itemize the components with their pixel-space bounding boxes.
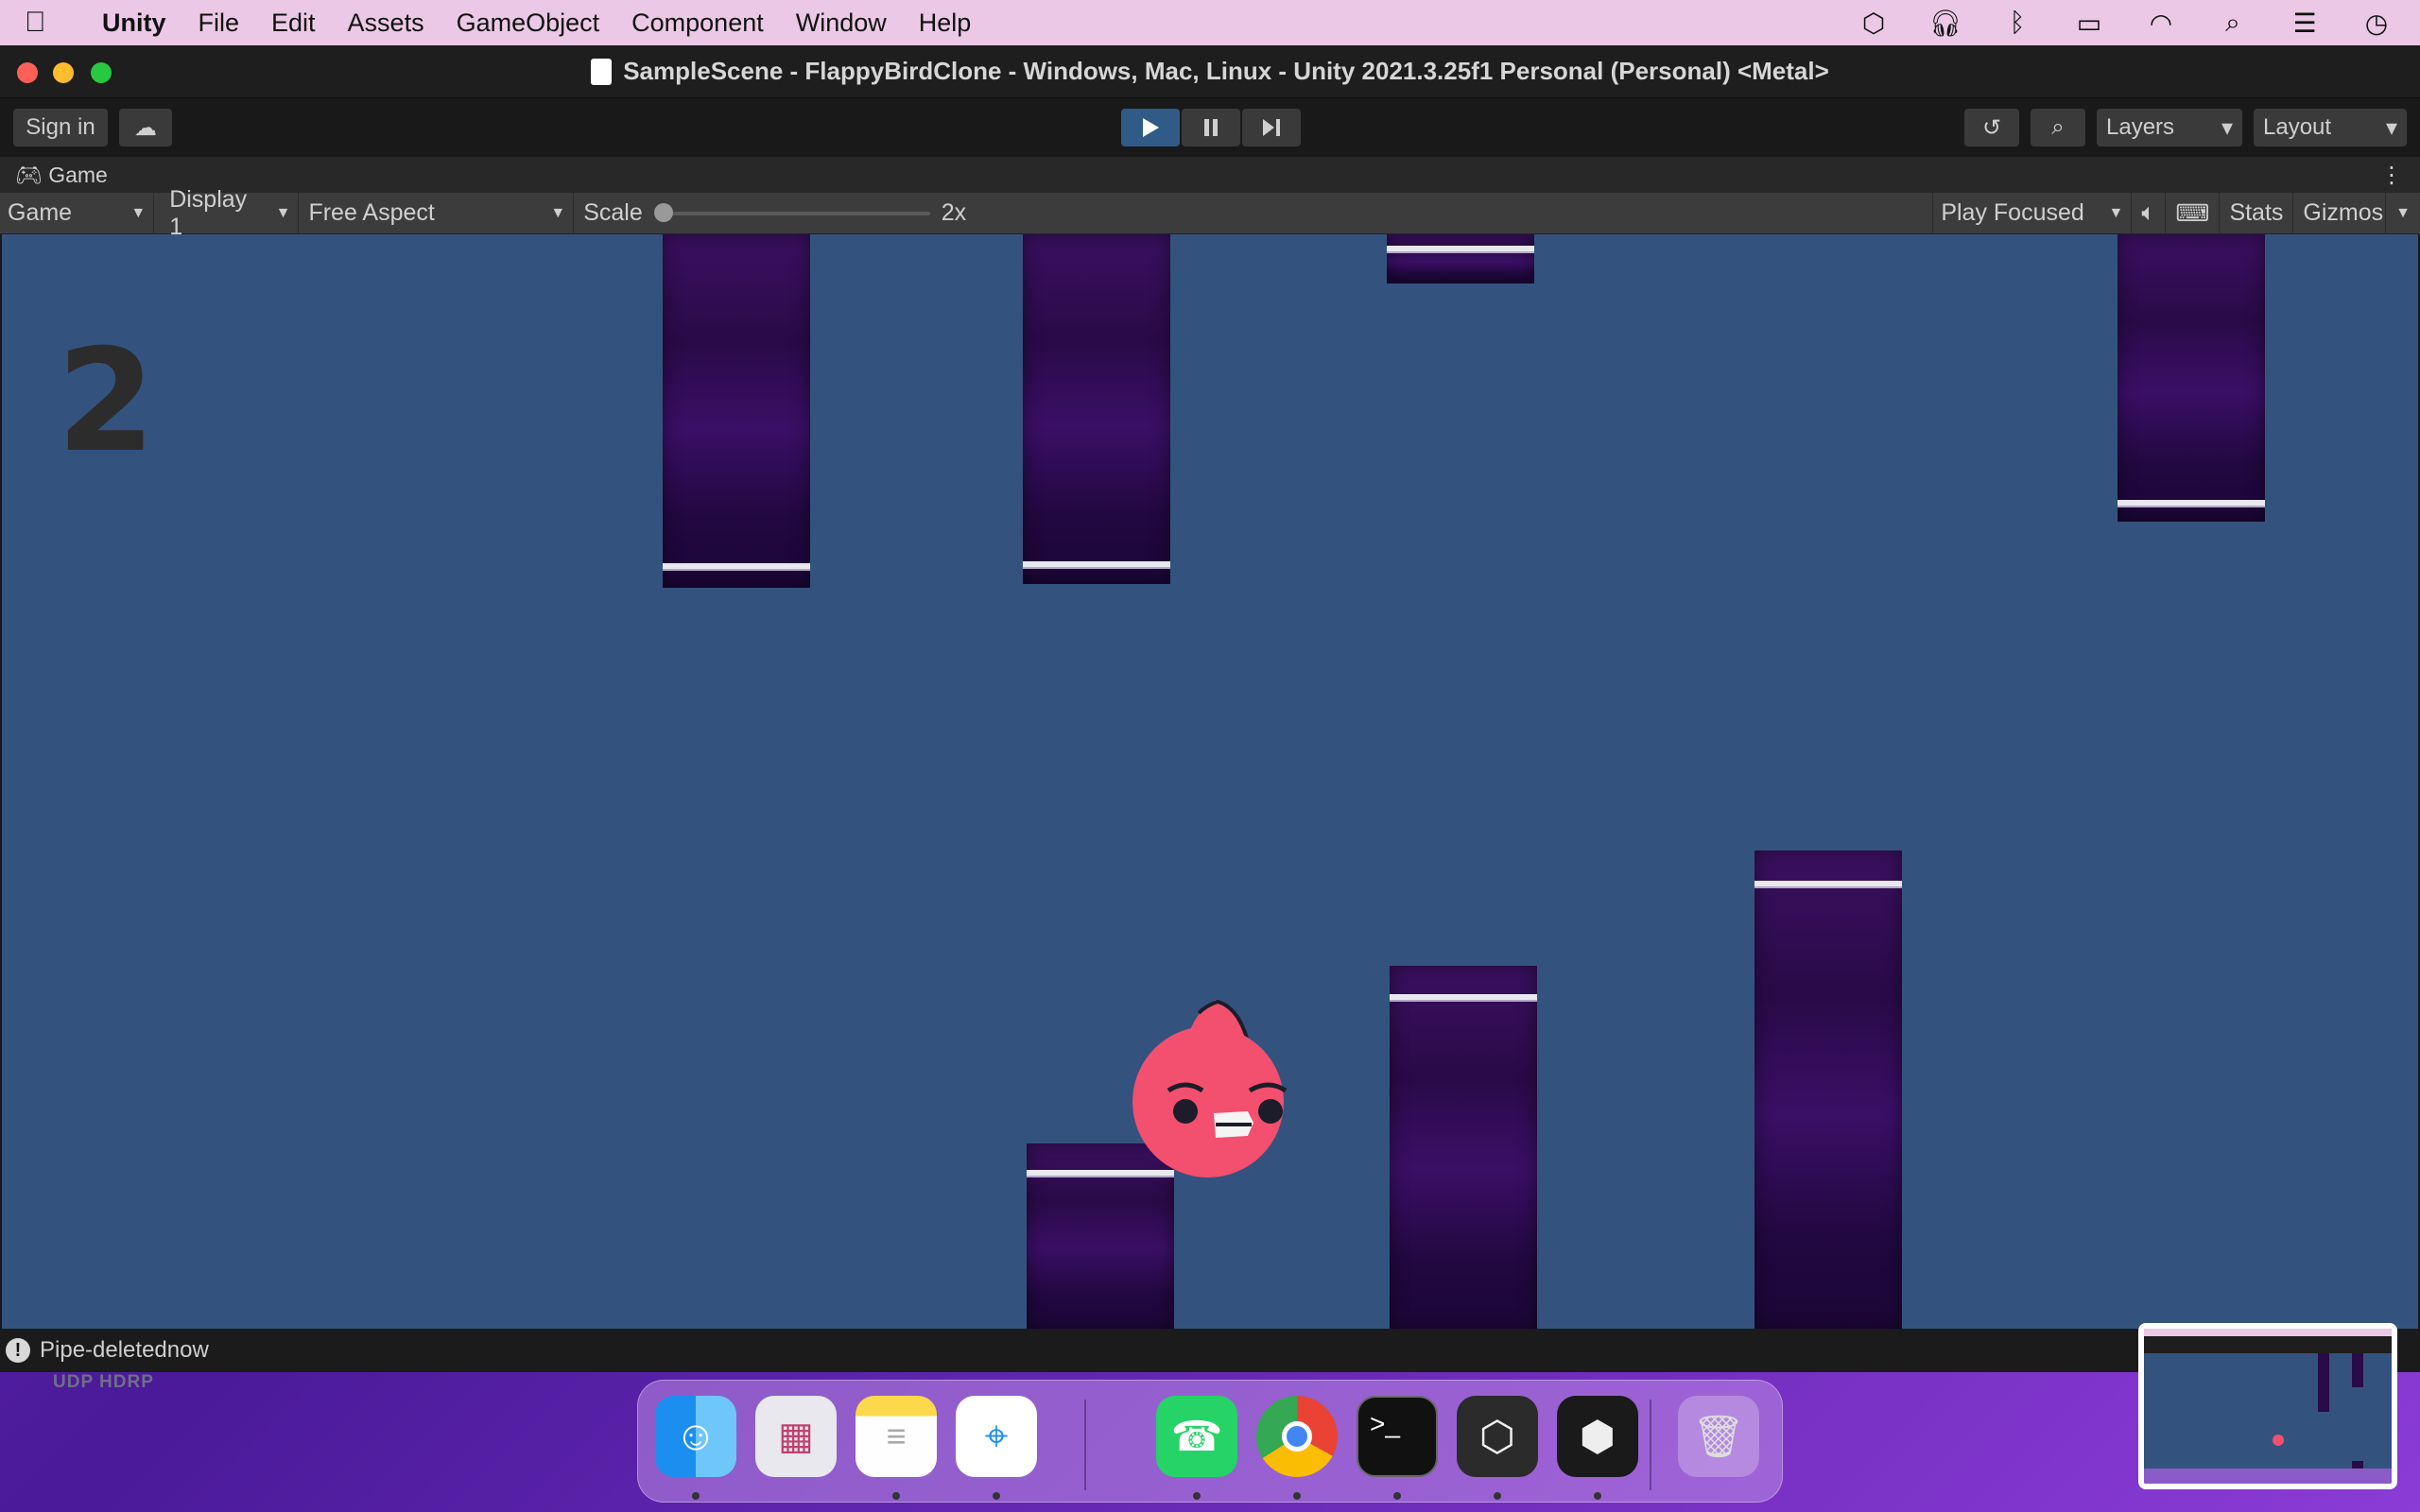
- scene-document-icon: [591, 58, 613, 85]
- scale-slider[interactable]: [653, 202, 930, 222]
- game-view-controls: Game ▼ Display 1 ▼ Free Aspect ▼ Scale 2…: [0, 186, 2420, 240]
- play-mode-label: Play Focused: [1941, 199, 2084, 226]
- layout-label: Layout: [2263, 114, 2332, 140]
- menu-bar-status-area: ⬡ 🎧︎ ᛒ ▭ ◠ ⌕ ☰ ◷: [1857, 8, 2420, 39]
- cloud-icon[interactable]: ☁: [119, 109, 172, 146]
- bluetooth-icon[interactable]: ᛒ: [2000, 8, 2034, 38]
- more-options-icon[interactable]: ⋮: [2380, 162, 2403, 189]
- search-icon[interactable]: ⌕: [2031, 109, 2085, 146]
- unity-hub-icon[interactable]: ⬡: [1457, 1396, 1538, 1477]
- window-maximize-button[interactable]: [91, 62, 112, 83]
- view-mode-dropdown[interactable]: Game ▼: [0, 192, 155, 234]
- finder-icon[interactable]: ☺: [655, 1396, 736, 1477]
- scale-control: Scale 2x: [574, 199, 1932, 227]
- status-message[interactable]: Pipe-deletednow: [40, 1337, 209, 1364]
- wifi-icon[interactable]: ◠: [2144, 8, 2178, 39]
- game-tab-header: 🎮︎ Game ⋮: [0, 157, 2420, 193]
- unity-icon[interactable]: ⬢: [1557, 1396, 1638, 1477]
- menu-file[interactable]: File: [199, 9, 240, 38]
- pipe-bottom: [1390, 966, 1537, 1329]
- status-bar: ! Pipe-deletednow: [0, 1329, 2420, 1372]
- bird-sprite: [1132, 1000, 1288, 1177]
- menu-component[interactable]: Component: [631, 9, 764, 38]
- desktop-label: UDP HDRP: [53, 1372, 154, 1392]
- step-icon: [1263, 119, 1280, 136]
- play-icon: [1143, 118, 1159, 137]
- chrome-icon[interactable]: [1256, 1396, 1338, 1477]
- pipe-bottom: [1754, 850, 1902, 1329]
- display-label: Display 1: [169, 185, 248, 240]
- play-button[interactable]: [1121, 109, 1180, 146]
- menu-bar:  Unity File Edit Assets GameObject Comp…: [0, 0, 2420, 45]
- layers-label: Layers: [2106, 114, 2175, 140]
- keyboard-icon[interactable]: ⌨︎: [2165, 192, 2219, 234]
- chevron-down-icon: ▼: [275, 204, 291, 221]
- menu-edit[interactable]: Edit: [271, 9, 316, 38]
- dock: ☺ ▦ ≡ ⌖ ☎ >_ ⬡ ⬢ 🗑︎: [637, 1380, 1783, 1503]
- aspect-dropdown[interactable]: Free Aspect ▼: [299, 192, 575, 234]
- pipe-top: [1387, 234, 1534, 284]
- layers-dropdown[interactable]: Layers ▾: [2097, 109, 2242, 146]
- window-minimize-button[interactable]: [53, 62, 74, 83]
- trash-icon[interactable]: 🗑︎: [1678, 1396, 1759, 1477]
- tab-game[interactable]: Game: [48, 163, 108, 188]
- pipe-top: [663, 234, 810, 588]
- menu-help[interactable]: Help: [919, 9, 972, 38]
- scale-label: Scale: [583, 199, 643, 226]
- headphones-icon[interactable]: 🎧︎: [1928, 8, 1962, 39]
- terminal-icon[interactable]: >_: [1357, 1396, 1438, 1477]
- menu-window[interactable]: Window: [796, 9, 887, 38]
- pause-button[interactable]: [1182, 109, 1240, 146]
- scale-value: 2x: [941, 199, 967, 226]
- score-text: 2: [57, 319, 156, 484]
- layout-dropdown[interactable]: Layout ▾: [2254, 109, 2407, 146]
- view-mode-label: Game: [8, 199, 73, 226]
- menu-assets[interactable]: Assets: [348, 9, 424, 38]
- pipe-top: [1023, 234, 1170, 584]
- game-view-right-controls: Play Focused ▼ 🔈︎ ⌨︎ Stats Gizmos ▼: [1932, 192, 2420, 234]
- safari-icon[interactable]: ⌖: [956, 1396, 1037, 1477]
- pause-icon: [1204, 119, 1218, 136]
- sign-in-button[interactable]: Sign in: [13, 109, 108, 146]
- window-close-button[interactable]: [17, 62, 38, 83]
- chevron-down-icon: ▼: [130, 204, 147, 221]
- gizmos-label: Gizmos: [2303, 199, 2384, 226]
- warning-icon: !: [6, 1338, 30, 1363]
- step-button[interactable]: [1242, 109, 1301, 146]
- chevron-down-icon: ▾: [2221, 114, 2233, 141]
- whatsapp-icon[interactable]: ☎: [1156, 1396, 1237, 1477]
- gamepad-icon: 🎮︎: [15, 162, 43, 187]
- mute-audio-icon[interactable]: 🔈︎: [2131, 192, 2165, 234]
- chevron-down-icon: ▾: [2385, 114, 2397, 141]
- menu-app-name[interactable]: Unity: [102, 9, 166, 38]
- scale-slider-thumb[interactable]: [653, 202, 673, 222]
- game-viewport[interactable]: 2: [2, 234, 2418, 1329]
- window-title-text: SampleScene - FlappyBirdClone - Windows,…: [623, 57, 1829, 85]
- spotlight-search-icon[interactable]: ⌕: [2216, 8, 2250, 39]
- stats-button[interactable]: Stats: [2219, 192, 2292, 234]
- control-center-icon[interactable]: ☰: [2288, 8, 2322, 39]
- launchpad-icon[interactable]: ▦: [755, 1396, 837, 1477]
- display-dropdown[interactable]: Display 1 ▼: [154, 186, 300, 240]
- play-mode-dropdown[interactable]: Play Focused ▼: [1932, 192, 2131, 234]
- chevron-down-icon: ▼: [550, 204, 566, 221]
- apple-icon[interactable]: : [25, 7, 76, 39]
- chevron-down-icon: ▼: [2108, 204, 2124, 221]
- unity-status-icon[interactable]: ⬡: [1857, 8, 1891, 39]
- notes-icon[interactable]: ≡: [856, 1396, 937, 1477]
- clock-icon[interactable]: ◷: [2360, 8, 2394, 39]
- gizmos-dropdown-arrow[interactable]: ▼: [2385, 192, 2420, 234]
- history-icon[interactable]: ↺: [1964, 109, 2019, 146]
- gizmos-button[interactable]: Gizmos: [2292, 192, 2385, 234]
- aspect-label: Free Aspect: [308, 199, 435, 226]
- screenshot-thumbnail[interactable]: [2138, 1323, 2397, 1489]
- title-bar: SampleScene - FlappyBirdClone - Windows,…: [0, 45, 2420, 98]
- pipe-top: [2118, 234, 2265, 522]
- battery-icon[interactable]: ▭: [2072, 8, 2106, 39]
- window-title: SampleScene - FlappyBirdClone - Windows,…: [591, 57, 1829, 86]
- menu-gameobject[interactable]: GameObject: [457, 9, 600, 38]
- main-toolbar: Sign in ☁ ↺ ⌕ Layers ▾ Layout ▾: [0, 98, 2420, 157]
- unity-window: SampleScene - FlappyBirdClone - Windows,…: [0, 45, 2420, 1372]
